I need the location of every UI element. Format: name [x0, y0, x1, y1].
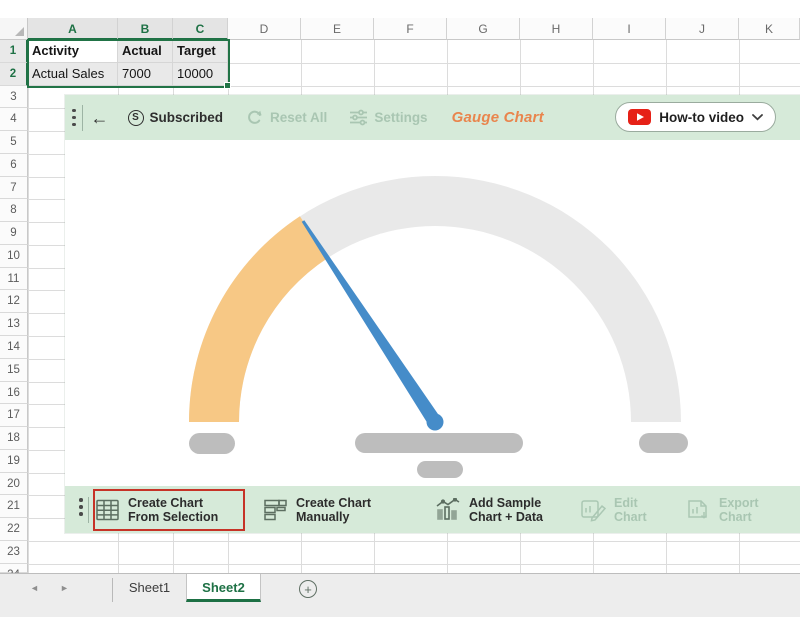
row-header-8[interactable]: 8 — [0, 199, 28, 222]
row-header-3[interactable]: 3 — [0, 86, 28, 109]
row-header-21[interactable]: 21 — [0, 495, 28, 518]
chevron-down-icon — [752, 114, 763, 121]
column-header-d[interactable]: D — [228, 18, 301, 40]
row-header-9[interactable]: 9 — [0, 222, 28, 245]
gauge-center-pill — [355, 433, 523, 453]
youtube-icon — [628, 109, 651, 125]
addin-title: Gauge Chart — [452, 109, 544, 126]
row-header-18[interactable]: 18 — [0, 427, 28, 450]
gauge-small-pill — [417, 461, 463, 478]
column-header-c[interactable]: C — [173, 18, 228, 40]
how-to-video-label: How-to video — [659, 110, 744, 125]
row-header-7[interactable]: 7 — [0, 177, 28, 200]
sheet-tab-sheet2[interactable]: Sheet2 — [186, 574, 261, 602]
add-sheet-button[interactable]: + — [299, 580, 317, 598]
reset-arrow-icon — [245, 108, 264, 127]
column-header-i[interactable]: I — [593, 18, 666, 40]
gauge-needle-pivot — [427, 414, 444, 431]
row-header-2[interactable]: 2 — [0, 63, 28, 86]
row-header-15[interactable]: 15 — [0, 359, 28, 382]
row-header-5[interactable]: 5 — [0, 131, 28, 154]
action-button-label: Add SampleChart + Data — [469, 496, 543, 524]
row-header-1[interactable]: 1 — [0, 40, 28, 63]
action-button-create-chart-manually[interactable]: Create ChartManually — [263, 489, 371, 531]
circled-s-icon: S — [128, 110, 144, 126]
row-header-14[interactable]: 14 — [0, 336, 28, 359]
rows-list-icon — [263, 498, 289, 522]
export-chart-icon — [685, 498, 712, 522]
drag-handle-dots-icon[interactable] — [79, 498, 83, 516]
row-header-11[interactable]: 11 — [0, 268, 28, 291]
row-header-24[interactable]: 24 — [0, 564, 28, 573]
row-header-22[interactable]: 22 — [0, 518, 28, 541]
selection-fill-handle[interactable] — [224, 82, 231, 89]
row-header-12[interactable]: 12 — [0, 290, 28, 313]
selection-range-border — [27, 39, 230, 88]
select-all-triangle-icon — [15, 27, 24, 36]
sheet-tab-sheet1[interactable]: Sheet1 — [113, 574, 186, 602]
action-button-label: EditChart — [614, 496, 647, 524]
column-header-j[interactable]: J — [666, 18, 739, 40]
toolbar-divider — [88, 497, 89, 523]
column-header-h[interactable]: H — [520, 18, 593, 40]
row-header-4[interactable]: 4 — [0, 108, 28, 131]
row-header-20[interactable]: 20 — [0, 473, 28, 496]
how-to-video-button[interactable]: How-to video — [615, 102, 776, 132]
excel-window: ABCDEFGHIJK12345678910111213141516171819… — [0, 0, 800, 617]
gridline — [28, 564, 800, 565]
gauge-right-pill — [639, 433, 688, 453]
sample-chart-icon — [435, 498, 462, 522]
row-header-10[interactable]: 10 — [0, 245, 28, 268]
column-header-f[interactable]: F — [374, 18, 447, 40]
column-header-a[interactable]: A — [28, 18, 118, 40]
column-header-k[interactable]: K — [739, 18, 800, 40]
row-header-17[interactable]: 17 — [0, 404, 28, 427]
select-all-corner[interactable] — [0, 18, 28, 40]
gauge-needle — [302, 220, 441, 426]
settings-button[interactable]: Settings — [374, 110, 427, 125]
drag-handle-dots-icon[interactable] — [72, 109, 76, 127]
action-button-export-chart[interactable]: ExportChart — [685, 489, 759, 531]
action-button-add-sample-chart-data[interactable]: Add SampleChart + Data — [435, 489, 543, 531]
row-header-6[interactable]: 6 — [0, 154, 28, 177]
row-header-16[interactable]: 16 — [0, 382, 28, 405]
gauge-chart[interactable] — [65, 140, 800, 486]
gauge-filled-arc — [189, 216, 327, 422]
action-button-label: Create ChartManually — [296, 496, 371, 524]
toolbar-divider — [82, 105, 83, 131]
subscribed-label[interactable]: Subscribed — [150, 110, 224, 125]
column-header-e[interactable]: E — [301, 18, 374, 40]
row-header-19[interactable]: 19 — [0, 450, 28, 473]
column-header-g[interactable]: G — [447, 18, 520, 40]
sliders-icon — [349, 109, 368, 126]
prev-sheet-arrow-icon[interactable]: ◄ — [30, 583, 39, 593]
highlight-box — [93, 489, 245, 531]
chart-addin-panel: ← S Subscribed Reset All Settings Gauge … — [65, 95, 800, 533]
action-button-label: ExportChart — [719, 496, 759, 524]
row-header-13[interactable]: 13 — [0, 313, 28, 336]
gridline — [28, 541, 800, 542]
reset-all-button[interactable]: Reset All — [270, 110, 327, 125]
row-header-23[interactable]: 23 — [0, 541, 28, 564]
gauge-left-pill — [189, 433, 235, 454]
gridline — [28, 40, 29, 573]
action-button-edit-chart[interactable]: EditChart — [580, 489, 647, 531]
edit-chart-icon — [580, 498, 607, 522]
next-sheet-arrow-icon[interactable]: ► — [60, 583, 69, 593]
sheet-tab-bar: ◄ ► Sheet1Sheet2 + — [0, 573, 800, 617]
column-header-b[interactable]: B — [118, 18, 173, 40]
back-arrow-icon[interactable]: ← — [91, 109, 109, 127]
